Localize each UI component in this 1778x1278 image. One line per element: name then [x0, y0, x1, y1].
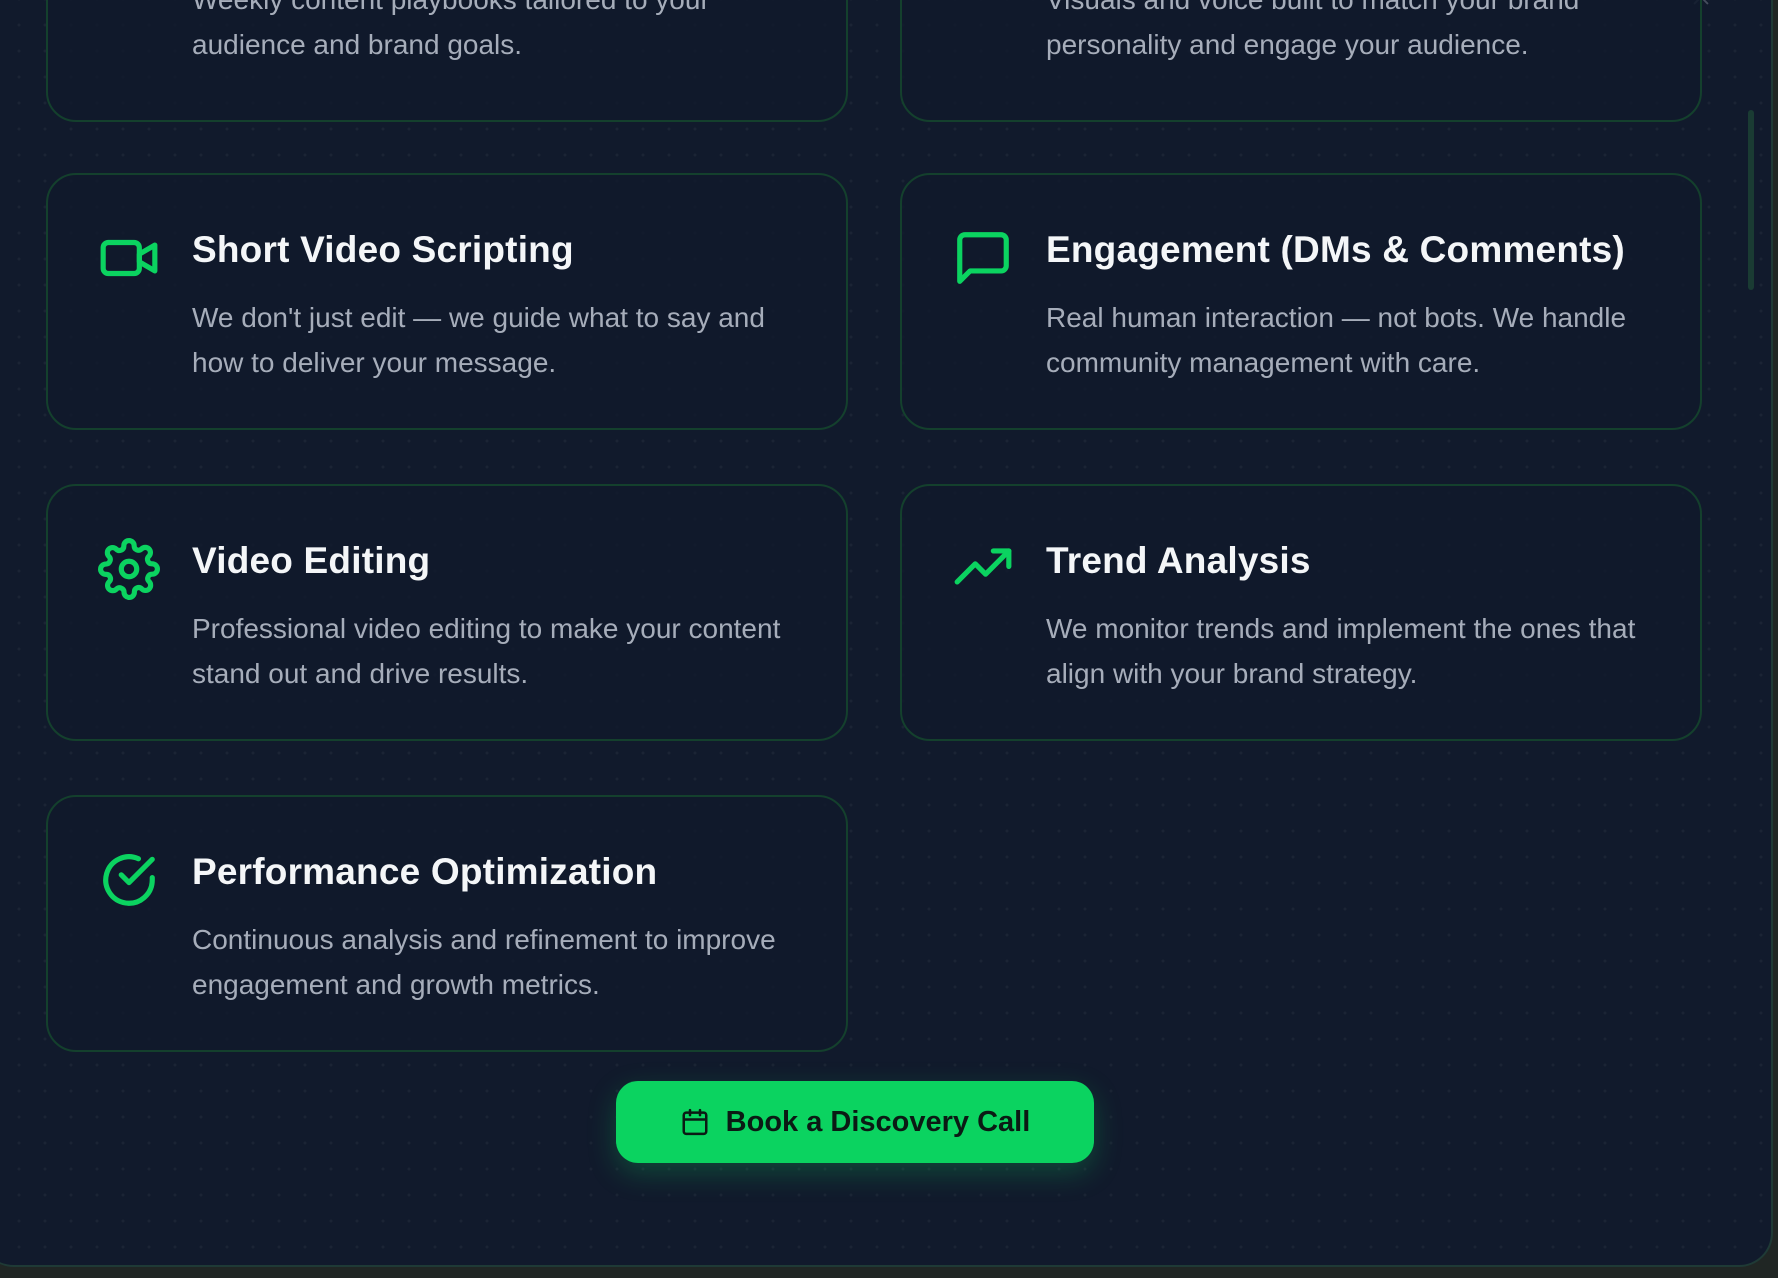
service-card-short-video-scripting: Short Video Scripting We don't just edit… — [46, 173, 848, 430]
service-card-video-editing: Video Editing Professional video editing… — [46, 484, 848, 741]
service-card-description: Professional video editing to make your … — [192, 613, 781, 689]
book-discovery-call-button[interactable]: Book a Discovery Call — [616, 1081, 1094, 1163]
service-card-description: Real human interaction — not bots. We ha… — [1046, 302, 1627, 378]
service-card-title: Trend Analysis — [1046, 540, 1311, 581]
gear-icon — [98, 538, 160, 600]
service-card-content-playbooks: Weekly content playbooks tailored to you… — [46, 0, 848, 122]
service-card-title: Video Editing — [192, 540, 431, 581]
service-card-trend-analysis: Trend Analysis We monitor trends and imp… — [900, 484, 1702, 741]
service-card-performance-optimization: Performance Optimization Continuous anal… — [46, 795, 848, 1052]
service-card-description: We monitor trends and implement the ones… — [1046, 613, 1636, 689]
service-card-description: We don't just edit — we guide what to sa… — [192, 302, 765, 378]
trending-up-icon — [952, 538, 1014, 600]
service-card-description: Visuals and voice built to match your br… — [1046, 0, 1579, 60]
service-card-description: Continuous analysis and refinement to im… — [192, 924, 776, 1000]
service-card-brand-visuals: Visuals and voice built to match your br… — [900, 0, 1702, 122]
services-modal: Weekly content playbooks tailored to you… — [0, 0, 1773, 1267]
service-card-title: Performance Optimization — [192, 851, 658, 892]
service-card-description: Weekly content playbooks tailored to you… — [192, 0, 710, 60]
cta-label: Book a Discovery Call — [725, 1105, 1031, 1138]
service-card-title: Short Video Scripting — [192, 229, 574, 270]
scrollbar-thumb[interactable] — [1748, 110, 1754, 290]
service-card-engagement: Engagement (DMs & Comments) Real human i… — [900, 173, 1702, 430]
check-circle-icon — [98, 849, 160, 911]
calendar-icon — [680, 1107, 710, 1137]
service-card-title: Engagement (DMs & Comments) — [1046, 229, 1625, 270]
chat-bubble-icon — [952, 227, 1014, 289]
video-camera-icon — [98, 227, 160, 289]
